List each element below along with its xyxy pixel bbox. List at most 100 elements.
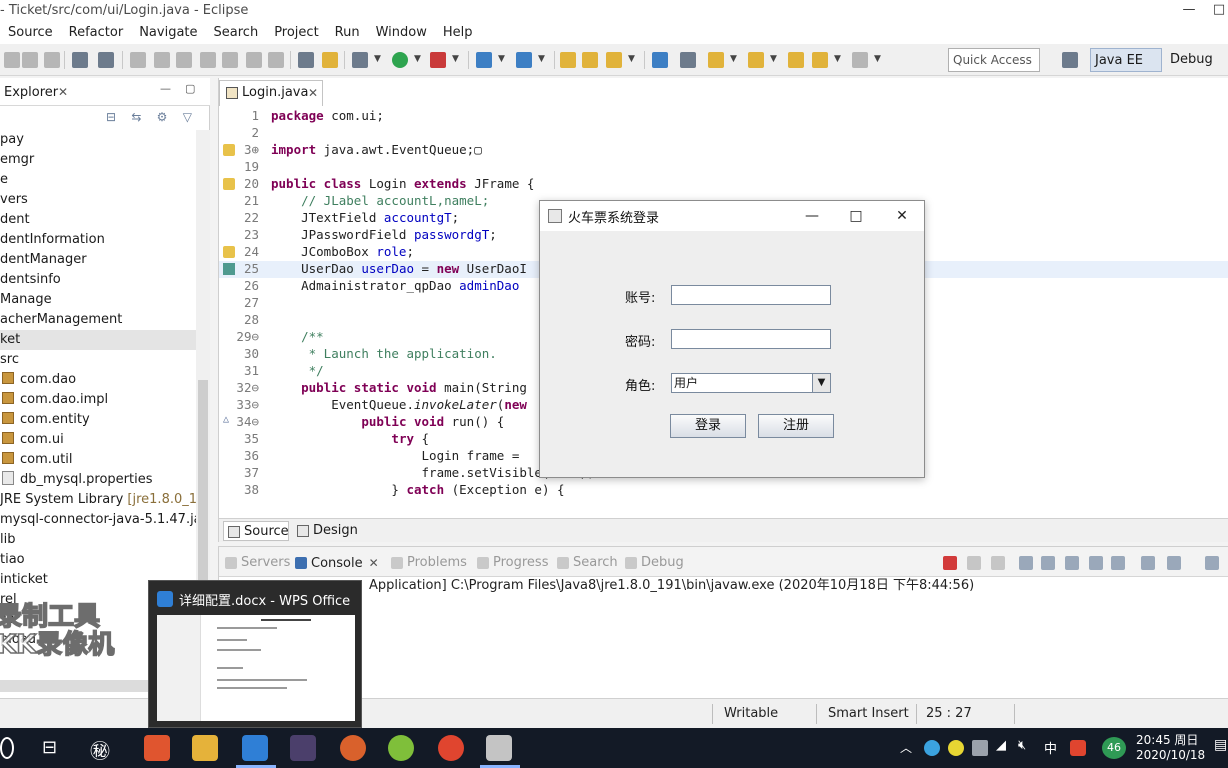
debug-dropdown-icon[interactable]: ▼: [374, 54, 381, 64]
pen-dropdown-icon[interactable]: ▼: [628, 54, 635, 64]
menu-navigate[interactable]: Navigate: [131, 24, 205, 44]
app-icon-green[interactable]: [388, 735, 414, 761]
new-icon[interactable]: [4, 52, 20, 68]
tree-item[interactable]: com.ui: [0, 430, 196, 450]
notification-icon[interactable]: ▤: [1214, 737, 1227, 753]
tree-item[interactable]: acherManagement: [0, 310, 196, 330]
view-minimize-maximize-icon[interactable]: — ▢: [160, 82, 195, 95]
network-icon[interactable]: ◢: [996, 738, 1006, 753]
tab-design[interactable]: Design: [293, 521, 359, 541]
menu-help[interactable]: Help: [435, 24, 481, 44]
disconnect-icon[interactable]: [200, 52, 216, 68]
dialog-maximize-button[interactable]: □: [846, 206, 866, 226]
role-select[interactable]: 用户 ▼: [671, 373, 831, 393]
code-line[interactable]: 19: [219, 159, 1228, 176]
tab-servers[interactable]: Servers: [223, 553, 290, 573]
account-input[interactable]: [671, 285, 831, 305]
tree-item[interactable]: tiao: [0, 550, 196, 570]
tree-item[interactable]: com.dao.impl: [0, 390, 196, 410]
save-all-icon[interactable]: [44, 52, 60, 68]
preview-thumbnail[interactable]: [157, 615, 355, 721]
prev-annotation-icon[interactable]: [748, 52, 764, 68]
app-icon-purple[interactable]: [290, 735, 316, 761]
debug-icon[interactable]: [352, 52, 368, 68]
tab-progress[interactable]: Progress: [475, 553, 548, 573]
menu-search[interactable]: Search: [206, 24, 267, 44]
filter-icon[interactable]: ⚙: [157, 110, 168, 124]
task-view-icon[interactable]: ⊟: [42, 737, 57, 758]
tree-item[interactable]: dent: [0, 210, 196, 230]
external-tools-icon[interactable]: [430, 52, 446, 68]
sogou-icon[interactable]: [1070, 740, 1086, 756]
open-task-icon[interactable]: [582, 52, 598, 68]
java-app-icon[interactable]: [486, 735, 512, 761]
explorer-tab[interactable]: Explorer: [4, 85, 58, 100]
code-line[interactable]: 3⊕ import java.awt.EventQueue;▢: [219, 142, 1228, 159]
toggle-mark-icon[interactable]: [680, 52, 696, 68]
resume-icon[interactable]: [130, 52, 146, 68]
maximize-view-icon[interactable]: [1205, 556, 1219, 570]
external-tools-dropdown-icon[interactable]: ▼: [452, 54, 459, 64]
close-icon[interactable]: ✕: [369, 556, 379, 570]
tree-item[interactable]: dentManager: [0, 250, 196, 270]
terminate-icon[interactable]: [176, 52, 192, 68]
open-perspective-icon[interactable]: [1062, 52, 1078, 68]
forward-icon[interactable]: [852, 52, 868, 68]
show-stderr-icon[interactable]: [1111, 556, 1125, 570]
code-line[interactable]: 1 package com.ui;: [219, 108, 1228, 125]
tab-problems[interactable]: Problems: [389, 553, 467, 573]
globe-icon[interactable]: [652, 52, 668, 68]
open-folder-icon[interactable]: [560, 52, 576, 68]
tab-console[interactable]: Console ✕: [293, 553, 379, 573]
tray-app-icon[interactable]: [924, 740, 940, 756]
chrome-icon[interactable]: [438, 735, 464, 761]
collapse-all-icon[interactable]: ⊟: [106, 110, 116, 124]
app-icon-face[interactable]: [340, 735, 366, 761]
prev-annotation-dropdown-icon[interactable]: ▼: [770, 54, 777, 64]
pen-icon[interactable]: [606, 52, 622, 68]
new-server-icon[interactable]: [476, 52, 492, 68]
remove-all-icon[interactable]: [991, 556, 1005, 570]
tree-item[interactable]: lib: [0, 530, 196, 550]
login-button[interactable]: 登录: [670, 414, 746, 438]
wps-writer-icon[interactable]: [242, 735, 268, 761]
register-button[interactable]: 注册: [758, 414, 834, 438]
perspective-java-ee[interactable]: Java EE: [1090, 48, 1162, 72]
scroll-lock-icon[interactable]: [1041, 556, 1055, 570]
tree-item[interactable]: Manage: [0, 290, 196, 310]
tree-item[interactable]: com.dao: [0, 370, 196, 390]
badge-counter[interactable]: 46: [1102, 737, 1126, 759]
tree-item[interactable]: src: [0, 350, 196, 370]
tray-plus-icon[interactable]: [948, 740, 964, 756]
tree-item[interactable]: com.entity: [0, 410, 196, 430]
tree-item[interactable]: e: [0, 170, 196, 190]
close-icon[interactable]: ✕: [308, 81, 318, 105]
quick-access-input[interactable]: Quick Access: [948, 48, 1040, 72]
tree-item[interactable]: ket: [0, 330, 196, 350]
dialog-close-button[interactable]: ✕: [892, 206, 912, 226]
tab-search[interactable]: Search: [555, 553, 618, 573]
dialog-minimize-button[interactable]: —: [802, 206, 822, 226]
terminate-console-icon[interactable]: [943, 556, 957, 570]
tree-item[interactable]: pay: [0, 130, 196, 150]
tab-debug[interactable]: Debug: [623, 553, 684, 573]
tree-item[interactable]: emgr: [0, 150, 196, 170]
run-dropdown-icon[interactable]: ▼: [414, 54, 421, 64]
tree-item[interactable]: dentsinfo: [0, 270, 196, 290]
clock-time[interactable]: 20:45 周日: [1136, 731, 1198, 748]
menu-project[interactable]: Project: [266, 24, 326, 44]
new-package-dropdown-icon[interactable]: ▼: [538, 54, 545, 64]
remove-launch-icon[interactable]: [967, 556, 981, 570]
chevron-down-icon[interactable]: ▼: [812, 374, 830, 392]
display-console-icon[interactable]: [1167, 556, 1181, 570]
menu-refactor[interactable]: Refactor: [61, 24, 132, 44]
skip-breakpoints-icon[interactable]: [98, 52, 114, 68]
forward-dropdown-icon[interactable]: ▼: [874, 54, 881, 64]
tray-expand-icon[interactable]: ︿: [900, 739, 912, 756]
last-edit-icon[interactable]: [788, 52, 804, 68]
back-icon[interactable]: [812, 52, 828, 68]
taskbar-thumbnail-preview[interactable]: 详细配置.docx - WPS Office: [148, 580, 362, 728]
step-over-icon[interactable]: [246, 52, 262, 68]
suspend-icon[interactable]: [154, 52, 170, 68]
app-icon-media[interactable]: [144, 735, 170, 761]
